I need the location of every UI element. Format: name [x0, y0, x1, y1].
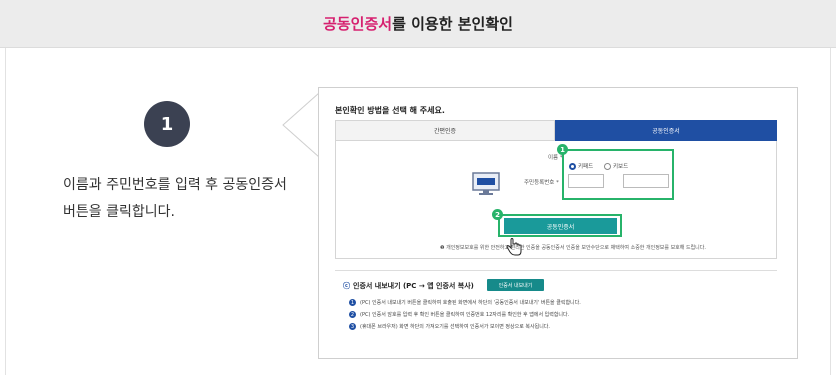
auth-method-prompt: 본인확인 방법을 선택 해 주세요.	[335, 106, 445, 115]
marker-1: 1	[557, 144, 568, 155]
step-badge-2: 2	[349, 311, 356, 318]
cert-form-area: 이름 * 주민등록번호 * 1 키패드 키보드 2 공동인증서 ❶ 개인정보보호…	[335, 141, 777, 259]
step-description: 이름과 주민번호를 입력 후 공동인증서 버튼을 클릭합니다.	[63, 172, 303, 226]
export-step-1: 1 (PC) 인증서 내보내기 버튼을 클릭하여 호출된 화면에서 하단의 '공…	[349, 299, 581, 306]
step-badge-1: 1	[349, 299, 356, 306]
screenshot-callout: 본인확인 방법을 선택 해 주세요. 간편인증 공동인증서 이름 * 주민등록번…	[318, 87, 798, 359]
page-title-rest: 를 이용한 본인확인	[392, 15, 513, 33]
export-step-2: 2 (PC) 인증서 암호를 입력 후 확인 버튼을 클릭하여 인증번호 12자…	[349, 311, 569, 318]
step-description-line-2: 버튼을 클릭합니다.	[63, 204, 175, 220]
export-step-1-text: (PC) 인증서 내보내기 버튼을 클릭하여 호출된 화면에서 하단의 '공동인…	[360, 300, 581, 306]
radio-selected-icon	[569, 162, 576, 170]
tab-cert-auth[interactable]: 공동인증서	[555, 120, 777, 141]
step-badge-3: 3	[349, 323, 356, 330]
help-circle-icon: ⓒ	[343, 282, 350, 290]
step-description-line-1: 이름과 주민번호를 입력 후 공동인증서	[63, 177, 287, 193]
cert-auth-panel: 본인확인 방법을 선택 해 주세요. 간편인증 공동인증서 이름 * 주민등록번…	[319, 88, 797, 358]
export-step-2-text: (PC) 인증서 암호를 입력 후 확인 버튼을 클릭하여 인증번호 12자리를…	[360, 312, 570, 318]
rrn-front-input[interactable]	[568, 174, 604, 188]
cert-auth-button[interactable]: 공동인증서	[504, 218, 617, 234]
cert-export-section: ⓒ 인증서 내보내기 (PC → 앱 인증서 복사) 인증서 내보내기 1 (P…	[335, 270, 777, 345]
step-number-badge: 1	[144, 101, 190, 147]
rrn-back-input[interactable]	[623, 174, 669, 188]
export-title: ⓒ 인증서 내보내기 (PC → 앱 인증서 복사)	[343, 281, 474, 291]
page-title: 공동인증서를 이용한 본인확인	[323, 13, 513, 34]
radio-keyboard[interactable]: 키보드	[604, 162, 628, 170]
page-title-accent: 공동인증서	[323, 15, 393, 33]
marker-2: 2	[492, 209, 503, 220]
security-notice: ❶ 개인정보보호를 위한 안전하고 편리한 인증을 공동인증서 인증을 보안수단…	[440, 245, 706, 251]
callout-pointer	[282, 91, 321, 159]
cert-export-button[interactable]: 인증서 내보내기	[487, 279, 544, 291]
radio-keypad[interactable]: 키패드	[569, 162, 593, 170]
security-notice-text: 개인정보보호를 위한 안전하고 편리한 인증을 공동인증서 인증을 보안수단으로…	[446, 245, 706, 251]
page-header: 공동인증서를 이용한 본인확인	[0, 0, 836, 48]
export-step-3: 3 (휴대폰 브라우저) 화면 하단의 가져오기를 선택하여 인증서가 보이면 …	[349, 323, 550, 330]
radio-keypad-label: 키패드	[578, 164, 594, 170]
tab-simple-auth[interactable]: 간편인증	[335, 120, 555, 141]
monitor-icon	[472, 172, 500, 195]
rrn-label: 주민등록번호 *	[524, 180, 559, 186]
export-step-3-text: (휴대폰 브라우저) 화면 하단의 가져오기를 선택하여 인증서가 보이면 정상…	[360, 324, 550, 330]
radio-keyboard-label: 키보드	[613, 164, 629, 170]
radio-unselected-icon	[604, 162, 611, 170]
export-title-text: 인증서 내보내기 (PC → 앱 인증서 복사)	[353, 282, 474, 290]
